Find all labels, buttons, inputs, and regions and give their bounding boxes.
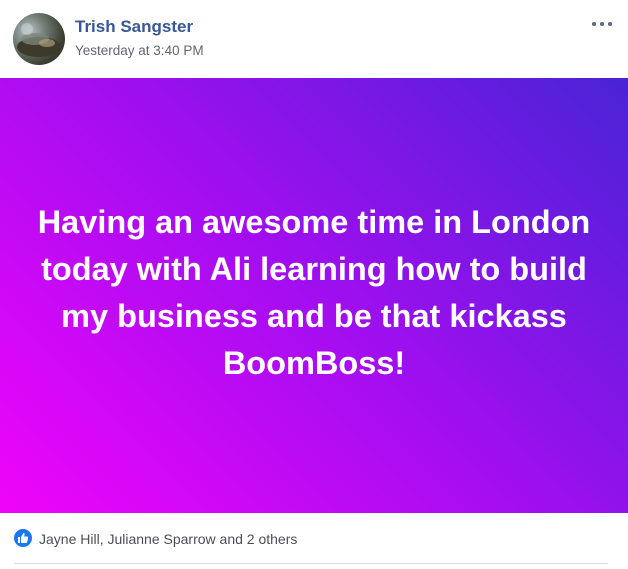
reactions-bar: Jayne Hill, Julianne Sparrow and 2 other…	[0, 513, 628, 569]
author-avatar[interactable]	[13, 13, 65, 65]
divider	[14, 563, 608, 564]
avatar-photo-icon	[17, 23, 61, 57]
post-body-text: Having an awesome time in London today w…	[37, 203, 591, 381]
post-background-banner: Having an awesome time in London today w…	[0, 78, 628, 513]
author-name-link[interactable]: Trish Sangster	[75, 17, 193, 37]
facebook-post: Trish Sangster Yesterday at 3:40 PM Havi…	[0, 0, 628, 569]
more-horizontal-icon	[600, 22, 604, 26]
more-options-button[interactable]	[590, 14, 614, 34]
reactions-summary-link[interactable]: Jayne Hill, Julianne Sparrow and 2 other…	[39, 531, 297, 547]
more-horizontal-icon	[592, 22, 596, 26]
like-thumbs-up-icon[interactable]	[14, 529, 32, 547]
post-header: Trish Sangster Yesterday at 3:40 PM	[0, 0, 628, 78]
more-horizontal-icon	[608, 22, 612, 26]
post-timestamp[interactable]: Yesterday at 3:40 PM	[75, 43, 204, 58]
